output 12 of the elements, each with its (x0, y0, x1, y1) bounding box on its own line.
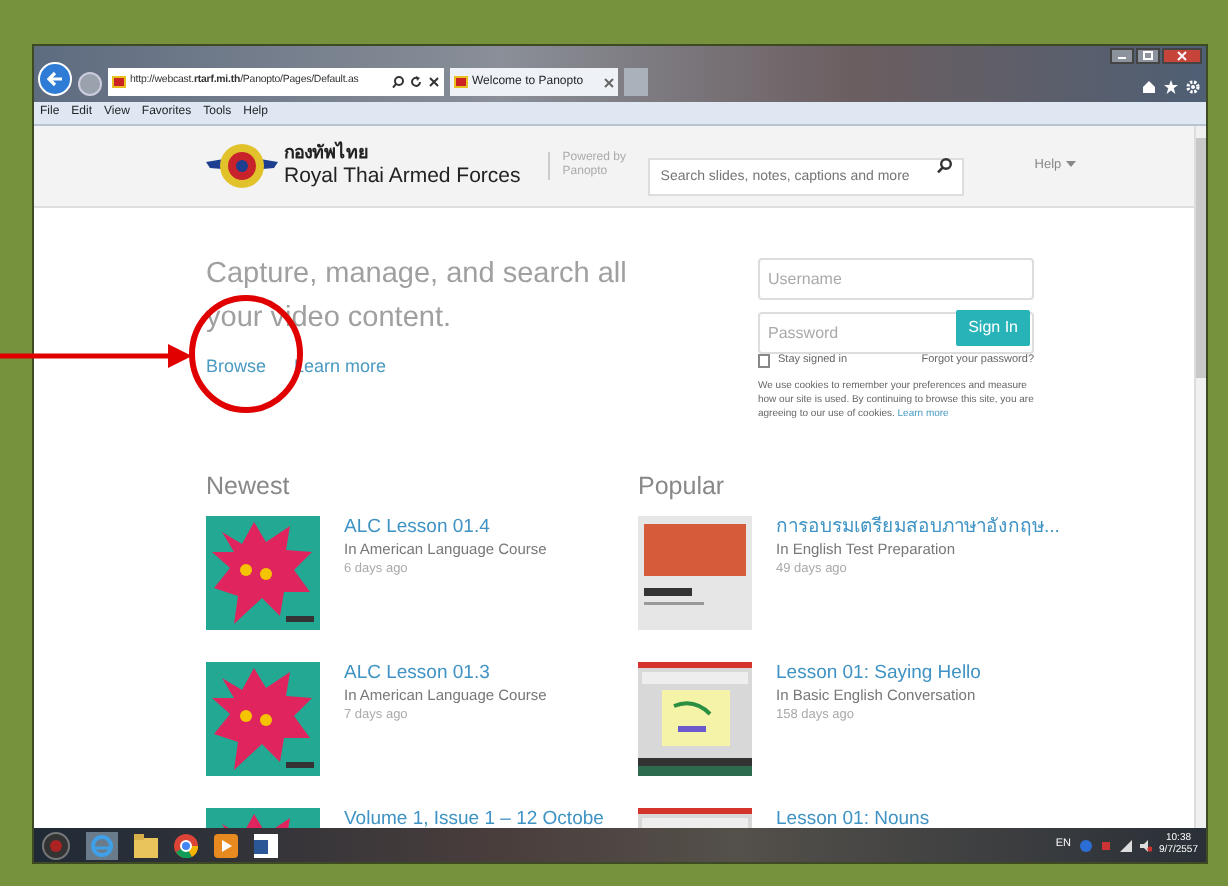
logo-text: Royal Thai Armed Forces (284, 163, 521, 189)
link[interactable]: Browse (206, 353, 267, 381)
video-title-link[interactable]: Lesson 01: Saying Hello (776, 662, 981, 686)
section-heading: Newest (206, 472, 292, 502)
video-title-link[interactable]: ALC Lesson 01.4 (344, 516, 547, 540)
video-title-link[interactable]: ALC Lesson 01.3 (344, 662, 547, 686)
video-title-link[interactable]: การอบรมเตรียมสอบภาษาอังกฤษ... (776, 516, 1060, 540)
video-title-link[interactable]: Lesson 01: Nouns (776, 808, 930, 828)
section-heading: Popular (638, 472, 727, 502)
logo-thai-text: กองทัพไทย (284, 143, 370, 164)
username-field[interactable]: Username (758, 258, 1034, 300)
video-title-link[interactable]: Volume 1, Issue 1 – 12 Octobe (344, 808, 604, 828)
